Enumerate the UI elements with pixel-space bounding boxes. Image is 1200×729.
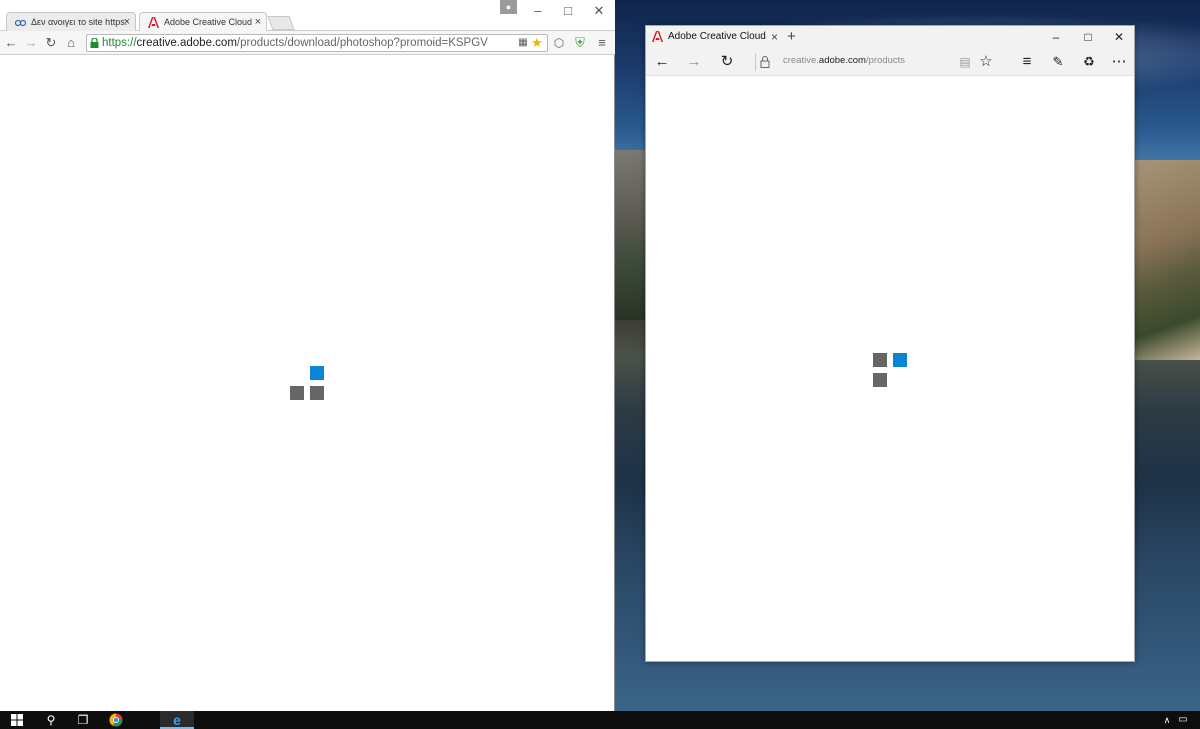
search-icon[interactable]: ⚲: [34, 711, 68, 729]
edge-toolbar: ← → ↻ creative.adobe.com/products ▤ ☆ ≡ …: [646, 48, 1134, 76]
url-host: adobe.com: [818, 55, 866, 66]
edge-icon[interactable]: e: [160, 711, 194, 729]
minimize-button[interactable]: –: [1040, 26, 1072, 48]
chrome-tab-adobe[interactable]: Adobe Creative Cloud ×: [139, 12, 267, 31]
url-path: /products: [865, 55, 905, 66]
chrome-toolbar: ← → ↻ ⌂ https://creative.adobe.com/produ…: [0, 31, 615, 55]
menu-icon[interactable]: ≡: [593, 34, 611, 52]
more-icon[interactable]: ⋯: [1108, 52, 1130, 72]
mountain-right: [1130, 160, 1200, 360]
user-profile-icon[interactable]: ●: [500, 0, 517, 14]
tab-label: Adobe Creative Cloud: [164, 17, 253, 27]
url-prefix: creative.: [783, 55, 819, 66]
adobe-icon: [148, 17, 159, 28]
share-icon[interactable]: ♻: [1078, 52, 1100, 72]
chrome-window: Δεν ανοιγει το site https: × Adobe Creat…: [0, 0, 615, 711]
home-icon[interactable]: ⌂: [62, 34, 80, 52]
address-bar[interactable]: creative.adobe.com/products: [783, 55, 905, 66]
favorite-star-icon[interactable]: ☆: [975, 52, 997, 72]
task-view-icon[interactable]: ❐: [66, 711, 100, 729]
adobe-icon: [652, 31, 663, 42]
maximize-button[interactable]: □: [552, 0, 584, 22]
close-window-button[interactable]: ✕: [1103, 26, 1135, 48]
loading-spinner: [290, 366, 324, 400]
edge-titlebar: Adobe Creative Cloud × + – □ ✕: [646, 26, 1134, 48]
close-icon[interactable]: ×: [771, 26, 778, 48]
mountain-left: [615, 150, 647, 320]
tab-label: Adobe Creative Cloud: [668, 31, 766, 42]
bookmark-star-icon[interactable]: ★: [528, 34, 546, 52]
web-note-icon[interactable]: ✎: [1047, 52, 1069, 72]
battery-icon[interactable]: ▭: [1166, 711, 1200, 729]
edge-window: Adobe Creative Cloud × + – □ ✕ ← → ↻ cre…: [645, 25, 1135, 662]
close-icon[interactable]: ×: [124, 13, 130, 31]
maximize-button[interactable]: □: [1072, 26, 1104, 48]
back-arrow-icon[interactable]: ←: [651, 52, 673, 72]
chrome-icon[interactable]: [99, 711, 133, 729]
loader-square: [893, 353, 907, 367]
reload-icon[interactable]: ↻: [42, 34, 60, 52]
back-arrow-icon[interactable]: ←: [2, 34, 20, 52]
loader-square: [290, 386, 304, 400]
address-bar[interactable]: https://creative.adobe.com/products/down…: [86, 34, 548, 52]
tab-label: Δεν ανοιγει το site https:: [31, 17, 128, 27]
reading-view-icon[interactable]: ▤: [954, 52, 976, 72]
url-path: /products/download/photoshop?promoid=KSP…: [236, 37, 488, 49]
chrome-tab-forum[interactable]: Δεν ανοιγει το site https: ×: [6, 12, 136, 31]
greek-forum-favicon-icon: [15, 19, 26, 27]
page-content: [646, 77, 1134, 661]
toolbar-divider: [755, 53, 756, 71]
loading-spinner: [873, 353, 907, 387]
url-scheme: https://: [102, 37, 137, 49]
lock-icon: [90, 38, 99, 48]
loader-square: [873, 373, 887, 387]
extension-icon[interactable]: ⬡: [550, 34, 568, 52]
forward-arrow-icon[interactable]: →: [22, 34, 40, 52]
lock-icon: [760, 56, 770, 68]
shield-icon[interactable]: ⛨: [571, 34, 589, 52]
url-host: creative.adobe.com: [136, 37, 237, 49]
loader-square: [310, 366, 324, 380]
loader-square: [873, 353, 887, 367]
edge-tab-adobe[interactable]: Adobe Creative Cloud ×: [646, 26, 782, 48]
minimize-button[interactable]: –: [522, 0, 554, 22]
forward-arrow-icon[interactable]: →: [683, 52, 705, 72]
hub-icon[interactable]: ≡: [1016, 52, 1038, 72]
loader-square: [310, 386, 324, 400]
page-content: [0, 56, 614, 711]
taskbar: ⚲ ❐ e ∧ ▭: [0, 711, 1200, 729]
close-window-button[interactable]: ✕: [583, 0, 615, 22]
start-icon[interactable]: [0, 711, 34, 729]
refresh-icon[interactable]: ↻: [716, 52, 738, 72]
new-tab-button[interactable]: +: [787, 26, 796, 48]
new-tab-button[interactable]: [267, 16, 295, 30]
close-icon[interactable]: ×: [255, 13, 261, 31]
